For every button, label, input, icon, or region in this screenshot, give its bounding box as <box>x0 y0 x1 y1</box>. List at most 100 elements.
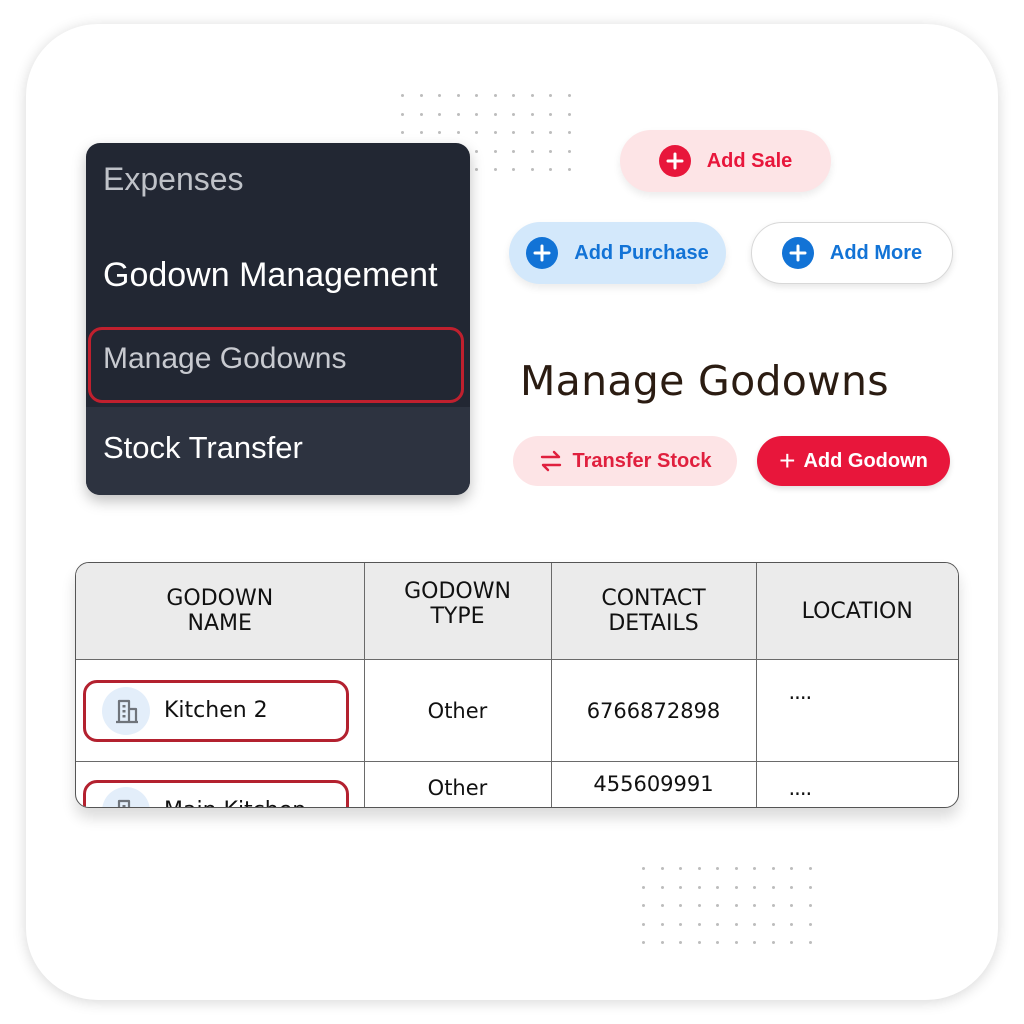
dot <box>493 149 497 153</box>
dot <box>549 168 552 171</box>
sidebar-item-godown-management[interactable]: Godown Management <box>103 256 438 295</box>
dot <box>697 904 701 907</box>
dot <box>734 922 738 926</box>
sidebar-item-manage-godowns[interactable]: Manage Godowns <box>103 342 347 376</box>
column-header-godown-name[interactable]: GODOWN NAME <box>76 563 365 660</box>
dot <box>771 941 775 944</box>
dot <box>642 904 645 907</box>
dot <box>771 922 775 926</box>
column-header-contact-details[interactable]: CONTACT DETAILS <box>550 563 757 660</box>
dot <box>716 867 719 870</box>
cell-location: .... <box>755 761 958 807</box>
dot <box>512 112 515 116</box>
godowns-table: GODOWN NAME GODOWN TYPE CONTACT DETAILS LOC… <box>75 562 959 808</box>
dot <box>679 904 682 907</box>
dot <box>475 131 478 134</box>
dot <box>679 941 682 944</box>
dot <box>567 149 571 153</box>
table-row[interactable]: Kitchen 2 Other 6766872898 .... <box>76 659 958 762</box>
godown-name: Kitchen 2 <box>164 698 268 723</box>
dot <box>456 131 460 134</box>
dot <box>808 904 812 907</box>
dot <box>679 867 682 870</box>
table-row[interactable]: Main Kitchen Other 455609991 .... <box>76 761 958 807</box>
decorative-dot-grid <box>642 867 827 960</box>
plus-circle-icon <box>658 145 691 177</box>
dot <box>734 904 738 907</box>
dot <box>567 168 571 171</box>
building-icon <box>102 786 150 807</box>
table-header-row: GODOWN NAME GODOWN TYPE CONTACT DETAILS LOC… <box>76 563 958 660</box>
dot <box>753 922 756 926</box>
cell-godown-name[interactable]: Kitchen 2 <box>76 659 365 762</box>
transfer-stock-button[interactable]: Transfer Stock <box>513 436 737 486</box>
dot <box>716 885 719 889</box>
dot <box>790 904 793 907</box>
dot <box>549 94 552 97</box>
cell-contact: 6766872898 <box>550 659 757 762</box>
dot <box>512 131 515 134</box>
dot <box>697 941 701 944</box>
dot <box>697 885 701 889</box>
sidebar-item-expenses[interactable]: Expenses <box>103 161 244 198</box>
plus-circle-icon <box>526 237 559 269</box>
dot <box>567 131 571 134</box>
dot <box>642 941 645 944</box>
dot <box>530 168 534 171</box>
dot <box>401 94 404 97</box>
dot <box>808 885 812 889</box>
dot <box>419 112 423 116</box>
dot <box>475 112 478 116</box>
dot <box>679 885 682 889</box>
add-godown-button[interactable]: + Add Godown <box>757 436 950 486</box>
building-icon <box>102 686 150 735</box>
dot <box>438 94 441 97</box>
dot <box>716 941 719 944</box>
column-header-godown-type[interactable]: GODOWN TYPE <box>363 563 552 660</box>
cell-godown-type: Other <box>363 761 552 807</box>
dot <box>438 112 441 116</box>
dot <box>697 922 701 926</box>
plus-circle-icon <box>781 237 814 269</box>
dot <box>475 168 478 171</box>
sidebar-item-stock-transfer[interactable]: Stock Transfer <box>103 430 303 466</box>
add-sale-label: Add Sale <box>706 149 793 172</box>
dot <box>401 112 404 116</box>
dot <box>753 867 756 870</box>
add-more-button[interactable]: Add More <box>751 222 953 284</box>
cell-godown-name[interactable]: Main Kitchen <box>76 761 365 807</box>
dot <box>438 131 441 134</box>
add-purchase-button[interactable]: Add Purchase <box>509 222 726 284</box>
dot <box>549 149 552 153</box>
add-sale-button[interactable]: Add Sale <box>620 130 831 192</box>
dot <box>660 885 664 889</box>
swap-arrows-icon <box>540 450 561 472</box>
dot <box>790 867 793 870</box>
dot <box>419 94 423 97</box>
dot <box>753 904 756 907</box>
dot <box>475 94 478 97</box>
sidebar-menu: Expenses Godown Management Manage Godown… <box>86 143 470 495</box>
cell-godown-type: Other <box>363 659 552 762</box>
column-header-location[interactable]: LOCATION <box>755 563 958 660</box>
dot <box>456 112 460 116</box>
dot <box>771 867 775 870</box>
dot <box>549 131 552 134</box>
dot <box>530 112 534 116</box>
transfer-stock-label: Transfer Stock <box>572 449 712 472</box>
dot <box>790 885 793 889</box>
dot <box>660 922 664 926</box>
dot <box>790 922 793 926</box>
dot <box>734 867 738 870</box>
page-title: Manage Godowns <box>520 357 889 405</box>
dot <box>716 922 719 926</box>
dot <box>808 941 812 944</box>
godown-name-highlight[interactable]: Main Kitchen <box>83 779 349 807</box>
dot <box>660 941 664 944</box>
cell-contact: 455609991 <box>550 761 757 807</box>
dot <box>753 941 756 944</box>
dot <box>493 94 497 97</box>
dot <box>493 112 497 116</box>
dot <box>734 885 738 889</box>
godown-name-highlight[interactable]: Kitchen 2 <box>83 679 349 742</box>
